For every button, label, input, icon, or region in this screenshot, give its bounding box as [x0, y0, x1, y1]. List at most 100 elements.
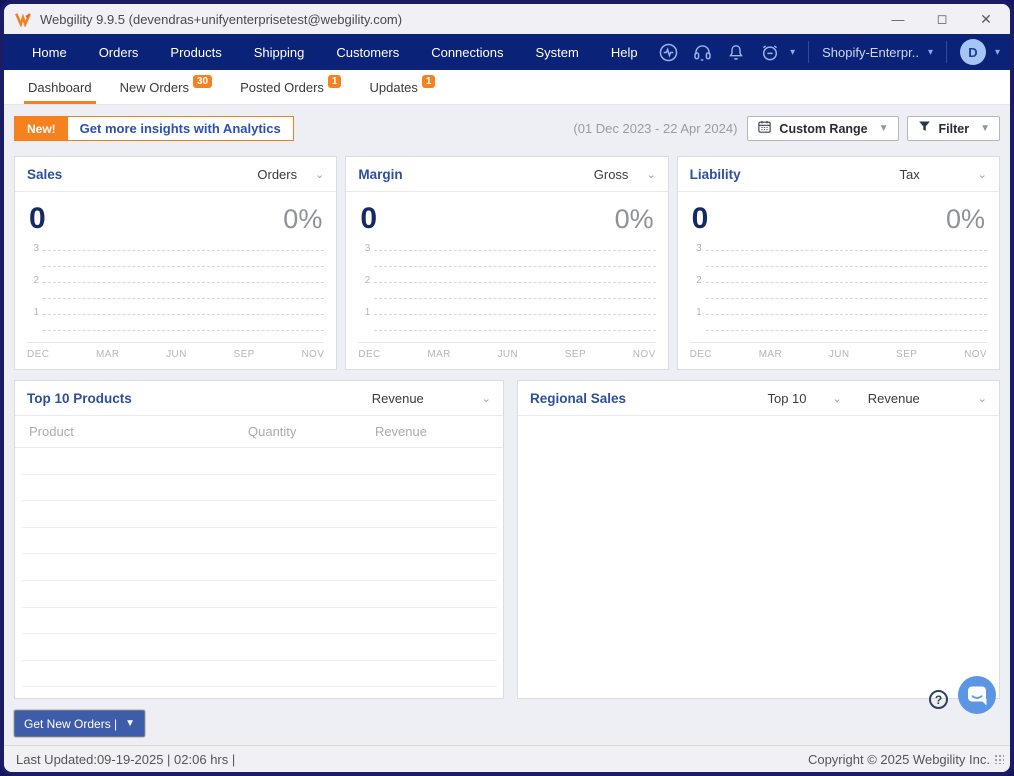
margin-chart: 3 2 1 DEC MAR JUN SEP NOV	[358, 243, 656, 360]
x-tick: DEC	[27, 349, 50, 360]
menu-shipping[interactable]: Shipping	[238, 34, 321, 70]
copyright-label: Copyright © 2025 Webgility Inc.	[807, 751, 990, 767]
analytics-promo-button[interactable]: New! Get more insights with Analytics	[14, 116, 294, 141]
get-new-orders-button[interactable]: Get New Orders | ▼	[14, 710, 146, 737]
liability-percent: 0%	[945, 204, 985, 234]
tab-posted-orders[interactable]: Posted Orders 1	[226, 75, 355, 104]
menu-products[interactable]: Products	[154, 34, 237, 70]
status-bar: Last Updated:09-19-2025 | 02:06 hrs | Co…	[4, 745, 1010, 772]
table-row	[21, 501, 497, 528]
question-mark-icon: ?	[934, 692, 943, 707]
y-tick: 1	[364, 307, 371, 318]
tab-new-orders[interactable]: New Orders 30	[106, 75, 226, 104]
store-dropdown-caret-icon[interactable]: ▾	[928, 47, 933, 58]
margin-card-header: Margin Gross ⌄	[346, 157, 668, 192]
menu-orders[interactable]: Orders	[83, 34, 155, 70]
x-tick: MAR	[758, 349, 783, 360]
y-tick: 3	[33, 243, 39, 254]
menu-bar: Home Orders Products Shipping Customers …	[4, 34, 1010, 70]
user-dropdown-caret-icon[interactable]: ▾	[995, 47, 1000, 58]
sales-card: Sales Orders ⌄ 0 0% 3 2 1 DEC MAR JUN SE…	[14, 156, 338, 370]
regional-metric-dropdown[interactable]: Revenue ⌄	[868, 391, 987, 406]
custom-range-dropdown[interactable]: Custom Range ▼	[747, 116, 899, 141]
title-bar: Webgility 9.9.5 (devendras+unifyenterpri…	[4, 4, 1010, 34]
analytics-promo-label: Get more insights with Analytics	[79, 121, 281, 136]
column-header-product: Product	[29, 424, 74, 439]
store-selector[interactable]: Shopify-Enterpr..	[822, 45, 919, 60]
chat-bubble-icon	[958, 676, 996, 714]
filter-funnel-icon	[917, 119, 932, 139]
regional-sales-header: Regional Sales Top 10 ⌄ Revenue ⌄	[518, 381, 999, 416]
menu-connections[interactable]: Connections	[415, 34, 519, 70]
new-flag-badge: New!	[15, 117, 68, 140]
metric-label: Gross	[593, 166, 629, 182]
activity-icon[interactable]	[658, 42, 679, 63]
close-button[interactable]: ✕	[964, 4, 1008, 34]
window-controls: — ◻ ✕	[876, 4, 1008, 34]
range-label: Top 10	[767, 390, 807, 406]
posted-orders-count-badge: 1	[327, 75, 342, 88]
get-new-orders-label: Get New Orders |	[24, 716, 118, 731]
card-title: Regional Sales	[530, 390, 627, 406]
bell-icon[interactable]	[726, 42, 746, 63]
alarm-dropdown-caret-icon[interactable]: ▾	[790, 47, 795, 58]
y-tick: 3	[364, 243, 371, 254]
chevron-down-icon: ⌄	[481, 392, 491, 405]
x-tick: NOV	[632, 349, 656, 360]
regional-top-dropdown[interactable]: Top 10 ⌄	[767, 391, 841, 406]
menubar-divider	[945, 41, 947, 63]
dashboard-content: New! Get more insights with Analytics (0…	[4, 105, 1010, 745]
updates-count-badge: 1	[421, 75, 436, 88]
chevron-down-icon: ⌄	[646, 168, 656, 181]
x-tick: DEC	[358, 349, 381, 360]
margin-card: Margin Gross ⌄ 0 0% 3 2 1 DEC MAR JUN SE…	[345, 156, 669, 370]
sales-values: 0 0%	[15, 192, 336, 236]
chart-gridlines: 3 2 1	[365, 243, 656, 340]
liability-metric-dropdown[interactable]: Tax ⌄	[900, 167, 987, 182]
card-title: Top 10 Products	[27, 390, 132, 406]
table-row	[21, 554, 497, 581]
table-row	[21, 528, 497, 555]
tab-updates[interactable]: Updates 1	[355, 75, 449, 104]
filter-label: Filter	[938, 121, 970, 136]
regional-sales-card: Regional Sales Top 10 ⌄ Revenue ⌄	[517, 380, 1000, 699]
metric-label: Revenue	[371, 390, 424, 406]
sales-metric-dropdown[interactable]: Orders ⌄	[257, 167, 324, 182]
user-avatar[interactable]: D	[959, 39, 986, 65]
column-header-quantity: Quantity	[248, 424, 297, 439]
tab-dashboard[interactable]: Dashboard	[14, 80, 106, 104]
x-tick: SEP	[896, 349, 918, 360]
x-tick: NOV	[301, 349, 325, 360]
metric-label: Orders	[257, 166, 298, 182]
sales-percent: 0%	[283, 204, 323, 234]
headset-icon[interactable]	[692, 42, 713, 63]
margin-metric-dropdown[interactable]: Gross ⌄	[594, 167, 656, 182]
menu-customers[interactable]: Customers	[320, 34, 415, 70]
sales-chart: 3 2 1 DEC MAR JUN SEP NOV	[27, 243, 325, 360]
webgility-logo-icon	[14, 11, 32, 27]
minimize-button[interactable]: —	[876, 4, 920, 34]
margin-percent: 0%	[614, 204, 654, 234]
alarm-snooze-icon[interactable]	[759, 42, 781, 63]
menu-system[interactable]: System	[519, 34, 594, 70]
y-tick: 3	[696, 243, 702, 254]
y-tick: 2	[364, 275, 371, 286]
chart-x-axis: DEC MAR JUN SEP NOV	[358, 342, 656, 360]
maximize-button[interactable]: ◻	[920, 4, 964, 34]
help-button[interactable]: ?	[929, 690, 948, 709]
chart-gridlines: 3 2 1	[33, 243, 325, 340]
chevron-down-icon: ⌄	[315, 168, 325, 181]
margin-value: 0	[360, 202, 378, 235]
menu-home[interactable]: Home	[16, 34, 83, 70]
custom-range-label: Custom Range	[779, 121, 868, 136]
menu-help[interactable]: Help	[595, 34, 654, 70]
bottom-card-row: Top 10 Products Revenue ⌄ Product Quanti…	[14, 380, 1000, 699]
chat-launcher-button[interactable]	[958, 676, 996, 719]
menubar-divider	[808, 41, 810, 63]
calendar-icon	[757, 119, 772, 139]
products-metric-dropdown[interactable]: Revenue ⌄	[372, 391, 491, 406]
resize-grip[interactable]	[994, 754, 1004, 764]
y-tick: 2	[696, 275, 702, 286]
card-title: Sales	[27, 166, 63, 182]
filter-dropdown[interactable]: Filter ▼	[906, 116, 1000, 141]
